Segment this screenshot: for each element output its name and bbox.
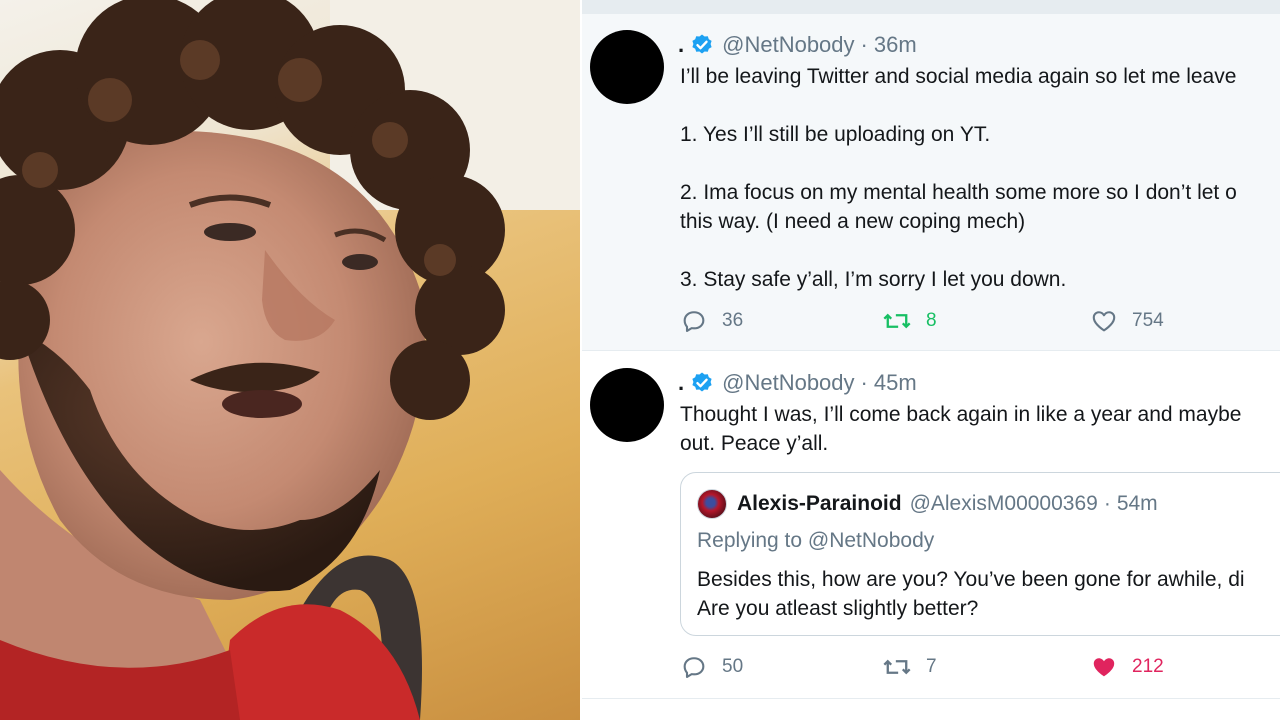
like-button[interactable]: 212	[1090, 653, 1164, 681]
tweet-text-line: this way. (I need a new coping mech)	[680, 210, 1026, 233]
tweet[interactable]: . @NetNobody · 45m Thought I was, I’ll c…	[582, 352, 1280, 699]
tweet-text-line: 3. Stay safe y’all, I’m sorry I let you …	[680, 268, 1067, 291]
reply-button[interactable]: 50	[680, 653, 743, 681]
like-count: 754	[1132, 310, 1164, 331]
tweet-header: . @NetNobody · 45m	[678, 370, 917, 396]
tweet[interactable]: . @NetNobody · 36m I’ll be leaving Twitt…	[582, 14, 1280, 351]
handle[interactable]: @NetNobody	[722, 32, 854, 58]
avatar[interactable]	[590, 368, 664, 442]
avatar[interactable]	[590, 30, 664, 104]
verified-badge-icon	[690, 33, 714, 57]
reply-count: 50	[722, 656, 744, 677]
tweet-text-line	[680, 236, 1280, 265]
person-photo	[0, 0, 580, 720]
feed-top-divider	[582, 0, 1280, 14]
video-frame	[0, 0, 580, 720]
retweet-icon	[883, 313, 911, 329]
retweet-button[interactable]: 8	[882, 307, 937, 335]
separator-dot: ·	[860, 370, 868, 395]
quoted-tweet[interactable]: Alexis-Parainoid @AlexisM00000369 · 54m …	[680, 472, 1280, 636]
handle[interactable]: @NetNobody	[722, 370, 854, 396]
reply-icon	[683, 311, 705, 332]
tweet-text: I’ll be leaving Twitter and social media…	[680, 62, 1280, 294]
timestamp[interactable]: 45m	[874, 370, 917, 396]
tweet-text-line: I’ll be leaving Twitter and social media…	[680, 65, 1237, 88]
quoted-text-line: Besides this, how are you? You’ve been g…	[697, 568, 1245, 591]
reply-button[interactable]: 36	[680, 307, 743, 335]
like-count: 212	[1132, 656, 1164, 677]
display-name[interactable]: .	[678, 32, 684, 58]
tweet-text-line	[680, 149, 1280, 178]
verified-badge-icon	[690, 371, 714, 395]
heart-icon	[1092, 311, 1116, 332]
retweet-icon	[883, 659, 911, 675]
quoted-tweet-header: Alexis-Parainoid @AlexisM00000369 · 54m	[697, 489, 1158, 519]
reply-count: 36	[722, 310, 744, 331]
tweet-text-line	[680, 91, 1280, 120]
tweet-text-line: 2. Ima focus on my mental health some mo…	[680, 181, 1237, 204]
retweet-count: 8	[926, 310, 937, 331]
quoted-text-line: Are you atleast slightly better?	[697, 597, 979, 620]
tweet-actions: 36 8 754	[680, 307, 1280, 337]
tweet-text-line: out. Peace y’all.	[680, 432, 829, 455]
tweet-feed: . @NetNobody · 36m I’ll be leaving Twitt…	[582, 0, 1280, 720]
quoted-tweet-text: Besides this, how are you? You’ve been g…	[697, 565, 1245, 623]
quoted-handle[interactable]: @AlexisM00000369	[910, 492, 1098, 516]
tweet-text: Thought I was, I’ll come back again in l…	[680, 400, 1280, 458]
like-button[interactable]: 754	[1090, 307, 1164, 335]
separator-dot: ·	[1103, 492, 1111, 515]
replying-to: Replying to @NetNobody	[697, 529, 935, 552]
tweet-actions: 50 7 212	[680, 653, 1280, 683]
retweet-count: 7	[926, 656, 937, 677]
quoted-timestamp[interactable]: 54m	[1117, 492, 1158, 516]
tweet-header: . @NetNobody · 36m	[678, 32, 917, 58]
separator-dot: ·	[860, 32, 868, 57]
timestamp[interactable]: 36m	[874, 32, 917, 58]
reply-icon	[683, 657, 705, 678]
heart-filled-icon	[1093, 658, 1115, 677]
retweet-button[interactable]: 7	[882, 653, 937, 681]
tweet-text-line: 1. Yes I’ll still be uploading on YT.	[680, 123, 991, 146]
quoted-display-name[interactable]: Alexis-Parainoid	[737, 492, 902, 516]
tweet-text-line: Thought I was, I’ll come back again in l…	[680, 403, 1242, 426]
quoted-avatar[interactable]	[697, 489, 727, 519]
display-name[interactable]: .	[678, 370, 684, 396]
